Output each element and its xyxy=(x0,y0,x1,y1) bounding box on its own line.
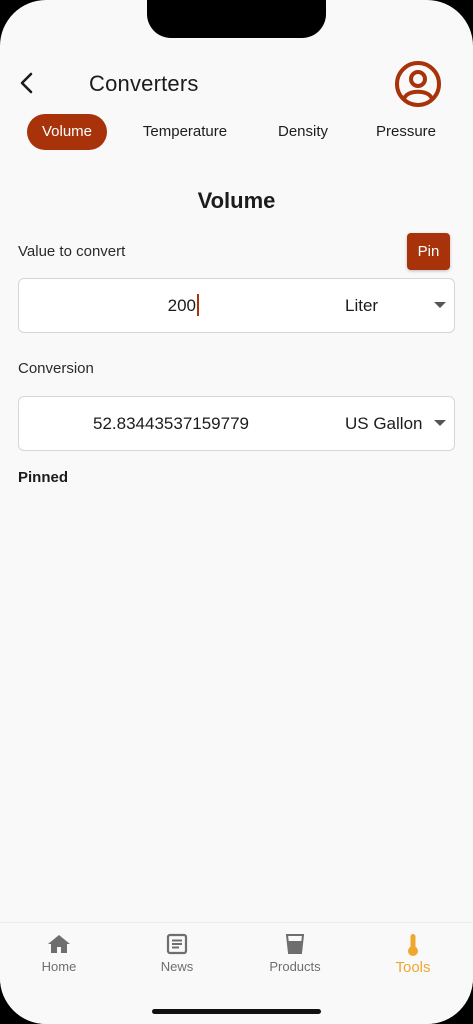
news-icon xyxy=(166,933,188,955)
account-circle-icon xyxy=(395,61,441,107)
nav-home-label: Home xyxy=(41,959,77,974)
pin-button[interactable]: Pin xyxy=(407,233,450,270)
page-title: Converters xyxy=(89,71,199,96)
value-input[interactable]: 200 xyxy=(19,279,319,332)
value-to-convert-label: Value to convert xyxy=(18,243,126,260)
value-input-text: 200 xyxy=(167,296,196,315)
chevron-down-icon[interactable] xyxy=(434,302,446,308)
converter-tabs: Volume Temperature Density Pressure xyxy=(0,112,473,152)
tab-temperature[interactable]: Temperature xyxy=(130,114,240,150)
input-unit-select[interactable]: Liter xyxy=(345,279,378,332)
nav-tools[interactable]: Tools xyxy=(354,933,472,989)
conversion-output: 52.83443537159779 xyxy=(93,414,249,433)
tab-pressure[interactable]: Pressure xyxy=(368,114,444,150)
section-title: Volume xyxy=(197,188,276,213)
text-caret xyxy=(197,294,199,317)
app-header: Converters xyxy=(0,56,473,112)
nav-home[interactable]: Home xyxy=(0,933,118,989)
nav-products-label: Products xyxy=(269,959,321,974)
nav-products[interactable]: Products xyxy=(236,933,354,989)
home-indicator xyxy=(152,1009,321,1014)
thermometer-icon xyxy=(408,934,418,956)
tab-volume[interactable]: Volume xyxy=(27,114,107,150)
pinned-section-title: Pinned xyxy=(18,469,69,486)
home-icon xyxy=(48,935,70,953)
profile-button[interactable] xyxy=(394,60,442,108)
nav-news-label: News xyxy=(160,959,194,974)
phone-screen: Converters Volume Temperature Density Pr… xyxy=(0,0,473,1024)
nav-tools-label: Tools xyxy=(395,959,431,976)
conversion-unit-select[interactable]: US Gallon xyxy=(345,397,422,450)
glass-icon xyxy=(285,934,305,954)
nav-news[interactable]: News xyxy=(118,933,236,989)
device-notch xyxy=(147,0,326,38)
back-button[interactable] xyxy=(12,68,40,98)
tab-density[interactable]: Density xyxy=(266,114,340,150)
conversion-label: Conversion xyxy=(18,360,94,377)
chevron-left-icon xyxy=(20,72,33,94)
value-input-field: 200 Liter xyxy=(18,278,455,333)
conversion-output-field: 52.83443537159779 US Gallon xyxy=(18,396,455,451)
chevron-down-icon[interactable] xyxy=(434,420,446,426)
